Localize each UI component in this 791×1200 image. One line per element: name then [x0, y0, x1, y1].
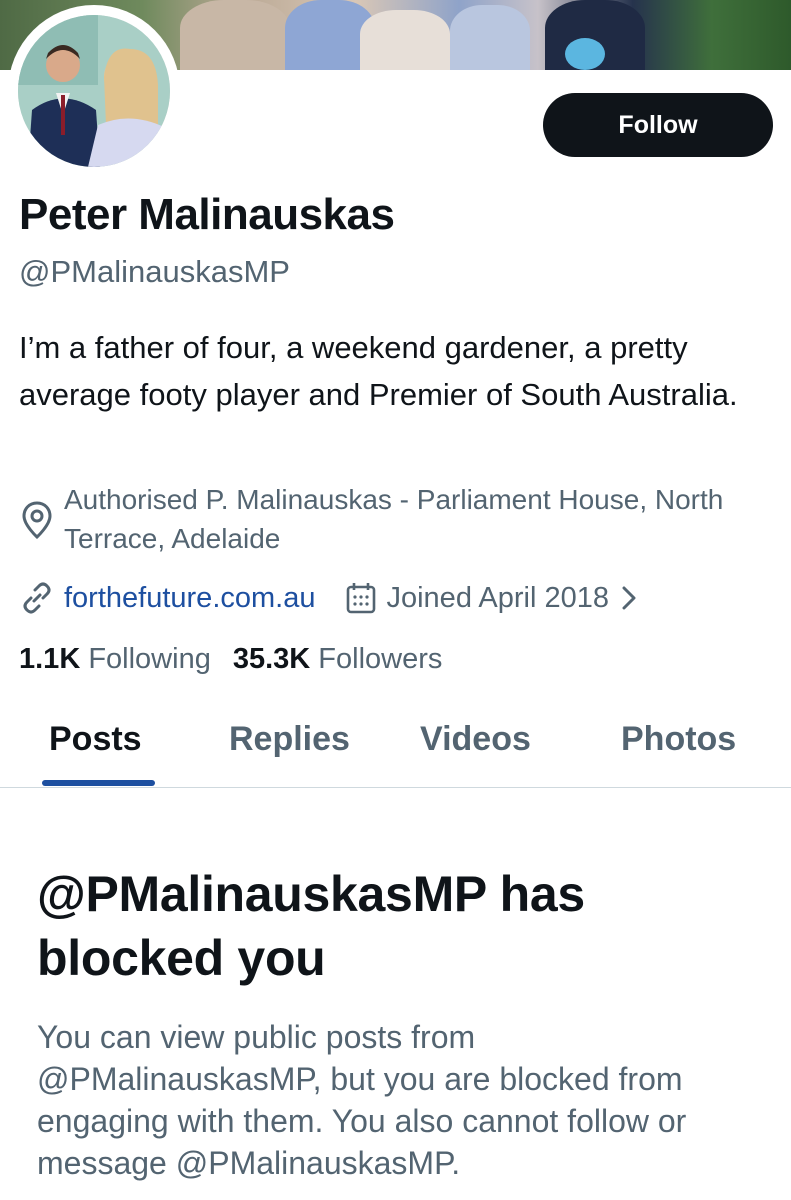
profile-meta-row: forthefuture.com.au Joined April 2018 [19, 578, 641, 618]
avatar-photo [18, 15, 170, 167]
profile-joined-date: Joined April 2018 [386, 581, 609, 614]
banner-person-shape [450, 5, 530, 70]
tab-replies[interactable]: Replies [229, 720, 350, 759]
tab-posts[interactable]: Posts [49, 720, 142, 759]
tab-videos[interactable]: Videos [420, 720, 531, 759]
profile-name: Peter Malinauskas [19, 190, 395, 239]
blocked-notice-title: @PMalinauskasMP has blocked you [37, 866, 585, 986]
avatar[interactable] [8, 5, 180, 177]
followers-label: Followers [318, 643, 443, 675]
banner-toy-shape [565, 38, 605, 70]
profile-handle: @PMalinauskasMP [19, 254, 290, 289]
location-pin-icon [22, 501, 52, 540]
profile-stats: 1.1K Following 35.3K Followers [19, 643, 464, 676]
active-tab-indicator [42, 780, 155, 786]
following-stat[interactable]: 1.1K Following [19, 643, 211, 676]
banner-person-shape [360, 10, 450, 70]
chevron-right-icon[interactable] [617, 583, 641, 613]
profile-bio: I’m a father of four, a weekend gardener… [19, 330, 738, 412]
tab-photos[interactable]: Photos [621, 720, 736, 759]
calendar-icon [347, 583, 376, 614]
profile-website-link[interactable]: forthefuture.com.au [64, 582, 315, 615]
followers-stat[interactable]: 35.3K Followers [233, 643, 443, 676]
avatar-illustration [18, 15, 170, 167]
followers-count: 35.3K [232, 643, 311, 675]
following-label: Following [88, 643, 211, 675]
profile-location: Authorised P. Malinauskas - Parliament H… [64, 484, 724, 554]
following-count: 1.1K [19, 643, 81, 675]
link-icon [23, 582, 51, 614]
banner-person-shape [180, 0, 290, 70]
profile-tabs: Posts Replies Videos Photos [0, 700, 791, 788]
follow-button[interactable]: Follow [543, 93, 773, 157]
blocked-notice-message: You can view public posts from @PMalinau… [37, 1019, 687, 1181]
